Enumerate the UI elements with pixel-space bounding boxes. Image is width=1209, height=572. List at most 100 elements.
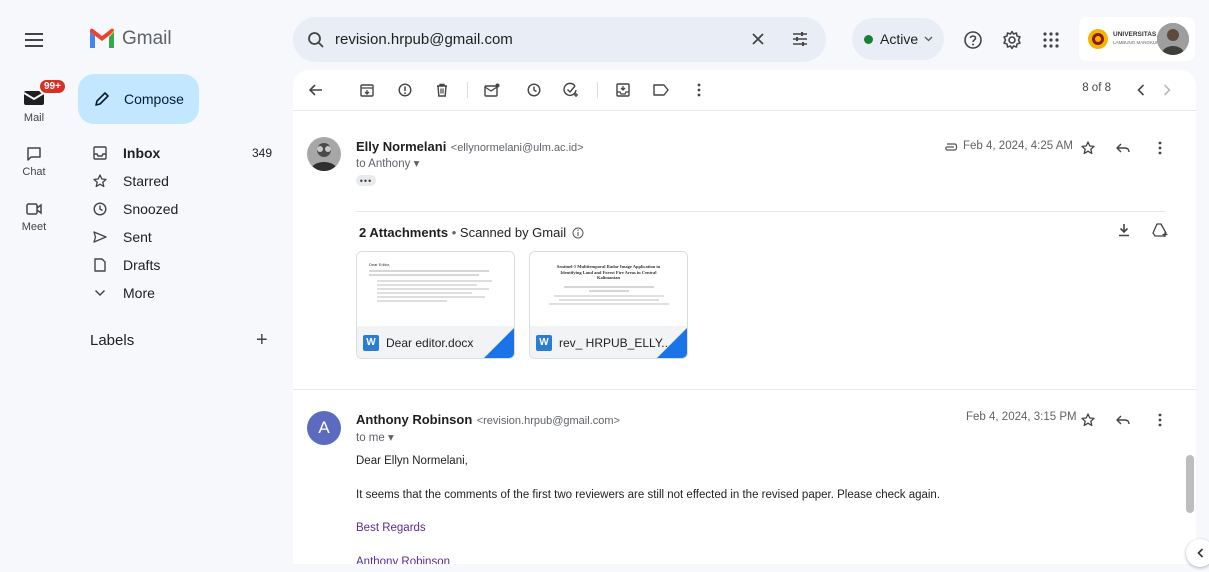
attachment-name: Dear editor.docx [386, 335, 474, 350]
archive-button[interactable] [357, 80, 377, 100]
delete-button[interactable] [432, 80, 452, 100]
arrow-left-icon [309, 84, 322, 96]
preview-title: Dear Editor, [369, 262, 391, 267]
nav-label: Inbox [123, 145, 161, 161]
side-panel-toggle-button[interactable] [1186, 539, 1209, 567]
more-options-button[interactable] [689, 80, 709, 100]
file-corner-fold [484, 328, 514, 358]
avatar [1157, 23, 1189, 55]
star-button[interactable] [1078, 410, 1098, 430]
word-doc-icon: W [363, 334, 379, 351]
nav-item-drafts[interactable]: Drafts [78, 251, 284, 279]
report-icon [398, 83, 412, 97]
report-spam-button[interactable] [395, 80, 415, 100]
send-icon [88, 230, 112, 244]
rail-item-mail[interactable]: 99+ Mail [0, 78, 68, 124]
inbox-count: 349 [251, 146, 272, 160]
main-menu-button[interactable] [22, 29, 46, 51]
star-icon [88, 174, 112, 188]
attachments-count: 2 Attachments [359, 225, 449, 240]
gmail-logo[interactable]: Gmail [88, 28, 172, 50]
sender-name[interactable]: Anthony Robinson [356, 412, 472, 427]
add-task-icon [563, 82, 578, 97]
compose-label: Compose [124, 91, 184, 107]
save-to-drive-button[interactable] [1150, 220, 1170, 240]
label-icon [653, 84, 669, 96]
nav-item-starred[interactable]: Starred [78, 167, 284, 195]
nav-item-snoozed[interactable]: Snoozed [78, 195, 284, 223]
message-body-text: It seems that the comments of the first … [356, 489, 941, 501]
gear-icon [1003, 30, 1021, 50]
search-bar [293, 17, 826, 62]
mark-unread-button[interactable] [482, 80, 502, 100]
recipients-toggle[interactable]: to Anthony ▾ [356, 156, 419, 170]
rail-item-meet[interactable]: Meet [0, 197, 68, 233]
star-button[interactable] [1078, 138, 1098, 158]
download-all-button[interactable] [1114, 220, 1134, 240]
message-more-button[interactable] [1150, 138, 1170, 158]
rail-item-chat[interactable]: Chat [0, 142, 68, 178]
labels-heading: Labels [90, 332, 135, 349]
show-trimmed-button[interactable]: ••• [356, 175, 376, 186]
download-icon [1119, 224, 1129, 237]
chat-icon [18, 142, 50, 166]
help-button[interactable] [961, 28, 985, 52]
sender-avatar[interactable]: A [307, 411, 341, 445]
chevron-right-icon [1163, 84, 1171, 96]
nav-item-more[interactable]: More [78, 279, 284, 307]
add-to-tasks-button[interactable] [561, 80, 581, 100]
message-more-button[interactable] [1150, 410, 1170, 430]
status-dropdown[interactable]: Active [852, 18, 944, 60]
mail-unread-badge: 99+ [38, 78, 67, 95]
pagination-label: 8 of 8 [1082, 82, 1111, 94]
recipients-toggle[interactable]: to me ▾ [356, 430, 394, 444]
info-icon[interactable] [572, 227, 584, 239]
apps-button[interactable] [1039, 28, 1063, 52]
clear-search-icon[interactable] [748, 29, 768, 49]
search-options-icon[interactable] [790, 29, 810, 49]
sender-email: <ellynormelani@ulm.ac.id> [450, 142, 584, 154]
message-signature: Anthony Robinson [356, 556, 450, 564]
sender-email: <revision.hrpub@gmail.com> [476, 415, 620, 427]
message-date: Feb 4, 2024, 3:15 PM [966, 411, 1077, 423]
attachment-card[interactable]: Sentinel-1 Multitemporal Radar Image App… [529, 251, 688, 359]
toolbar-divider-line [293, 110, 1196, 111]
back-button[interactable] [306, 80, 326, 100]
nav-item-inbox[interactable]: Inbox 349 [78, 139, 284, 167]
draft-icon [88, 258, 112, 272]
labels-button[interactable] [651, 80, 671, 100]
account-switcher[interactable]: UNIVERSITAS LAMBUNG MANGKURAT [1079, 17, 1195, 61]
snooze-button[interactable] [524, 80, 544, 100]
settings-button[interactable] [1000, 28, 1024, 52]
add-label-button[interactable]: + [256, 330, 268, 350]
clock-icon [527, 83, 541, 97]
message-view: 8 of 8 Elly Normelani <ellynormelani@ulm… [293, 70, 1196, 564]
attachment-card[interactable]: Dear Editor, W Dear editor.docx [356, 251, 515, 359]
message-divider [293, 389, 1196, 390]
message-date: Feb 4, 2024, 4:25 AM [963, 140, 1073, 152]
caret-down-icon: ▾ [413, 158, 420, 170]
recipients-label: to Anthony [356, 158, 411, 170]
sender-name[interactable]: Elly Normelani [356, 139, 446, 154]
reply-button[interactable] [1113, 138, 1133, 158]
sender-avatar[interactable] [307, 137, 341, 171]
app-rail: 99+ Mail Chat Meet [0, 0, 68, 572]
clock-icon [88, 202, 112, 216]
older-button[interactable] [1157, 80, 1177, 100]
search-icon[interactable] [307, 31, 325, 49]
reply-button[interactable] [1113, 410, 1133, 430]
toolbar-divider [467, 82, 468, 98]
attachment-indicator [941, 137, 961, 157]
scrollbar-thumb[interactable] [1186, 455, 1194, 513]
move-to-button[interactable] [613, 80, 633, 100]
mark-unread-icon [484, 83, 500, 97]
nav-item-sent[interactable]: Sent [78, 223, 284, 251]
message-closing: Best Regards [356, 522, 426, 534]
search-input[interactable] [335, 31, 715, 48]
compose-button[interactable]: Compose [78, 74, 199, 124]
star-icon [1081, 413, 1095, 427]
caret-down-icon: ▾ [387, 432, 394, 444]
newer-button[interactable] [1131, 80, 1151, 100]
nav-label: More [123, 285, 155, 301]
star-icon [1081, 141, 1095, 155]
